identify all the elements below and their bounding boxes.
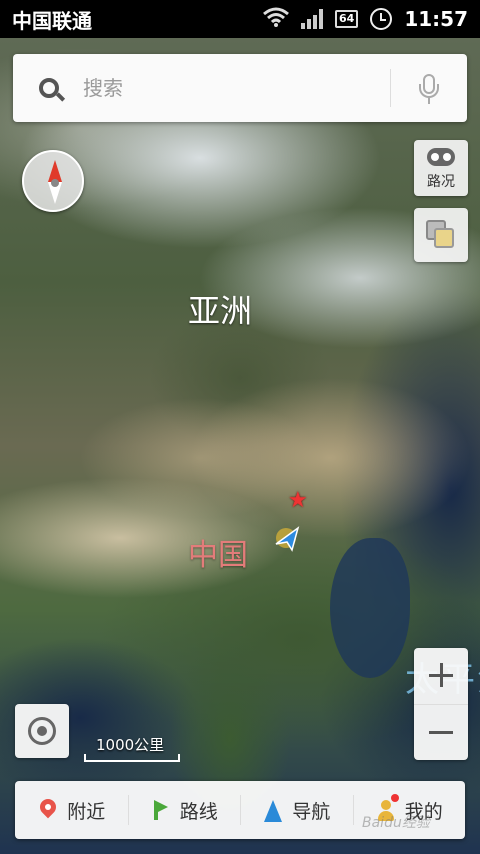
zoom-out-button[interactable] bbox=[414, 704, 468, 760]
traffic-button[interactable]: 路况 bbox=[414, 140, 468, 196]
scale-label: 1000公里 bbox=[96, 736, 165, 754]
signal-strength-icon bbox=[301, 9, 324, 29]
map-layers-button[interactable] bbox=[414, 208, 468, 262]
traffic-icon bbox=[427, 148, 455, 166]
nav-route-label: 路线 bbox=[179, 800, 218, 823]
nav-nearby[interactable]: 附近 bbox=[15, 781, 128, 839]
search-input[interactable] bbox=[73, 76, 390, 100]
watermark: Baidu经验 bbox=[362, 815, 430, 831]
zoom-in-button[interactable] bbox=[414, 648, 468, 704]
nav-nearby-label: 附近 bbox=[67, 800, 106, 823]
microphone-icon[interactable] bbox=[391, 54, 467, 122]
compass-button[interactable] bbox=[22, 150, 84, 212]
route-icon bbox=[150, 798, 172, 822]
current-location-arrow-icon bbox=[272, 522, 304, 554]
alarm-clock-icon bbox=[370, 8, 393, 30]
battery-icon: 64 bbox=[335, 10, 359, 28]
wifi-icon bbox=[263, 7, 289, 31]
status-bar: 中国联通 64 11:57 bbox=[0, 0, 480, 38]
map-label-country: 中国 bbox=[188, 538, 248, 573]
navigation-arrow-icon bbox=[262, 798, 284, 822]
carrier-name: 中国联通 bbox=[12, 8, 92, 33]
search-icon[interactable] bbox=[13, 54, 73, 122]
capital-star-icon[interactable]: ★ bbox=[288, 490, 308, 512]
status-time: 11:57 bbox=[404, 7, 468, 31]
locate-me-button[interactable] bbox=[15, 704, 69, 758]
nav-navigation[interactable]: 导航 bbox=[240, 781, 353, 839]
search-bar[interactable] bbox=[13, 54, 467, 122]
scale-bar bbox=[84, 754, 180, 762]
nav-navigation-label: 导航 bbox=[292, 800, 331, 823]
traffic-label: 路况 bbox=[427, 174, 455, 190]
pin-icon bbox=[37, 798, 59, 822]
map-label-continent: 亚洲 bbox=[188, 292, 253, 330]
zoom-controls bbox=[414, 648, 468, 760]
nav-route[interactable]: 路线 bbox=[127, 781, 241, 839]
coastal-sea-area bbox=[330, 538, 410, 678]
notification-dot bbox=[390, 794, 399, 802]
